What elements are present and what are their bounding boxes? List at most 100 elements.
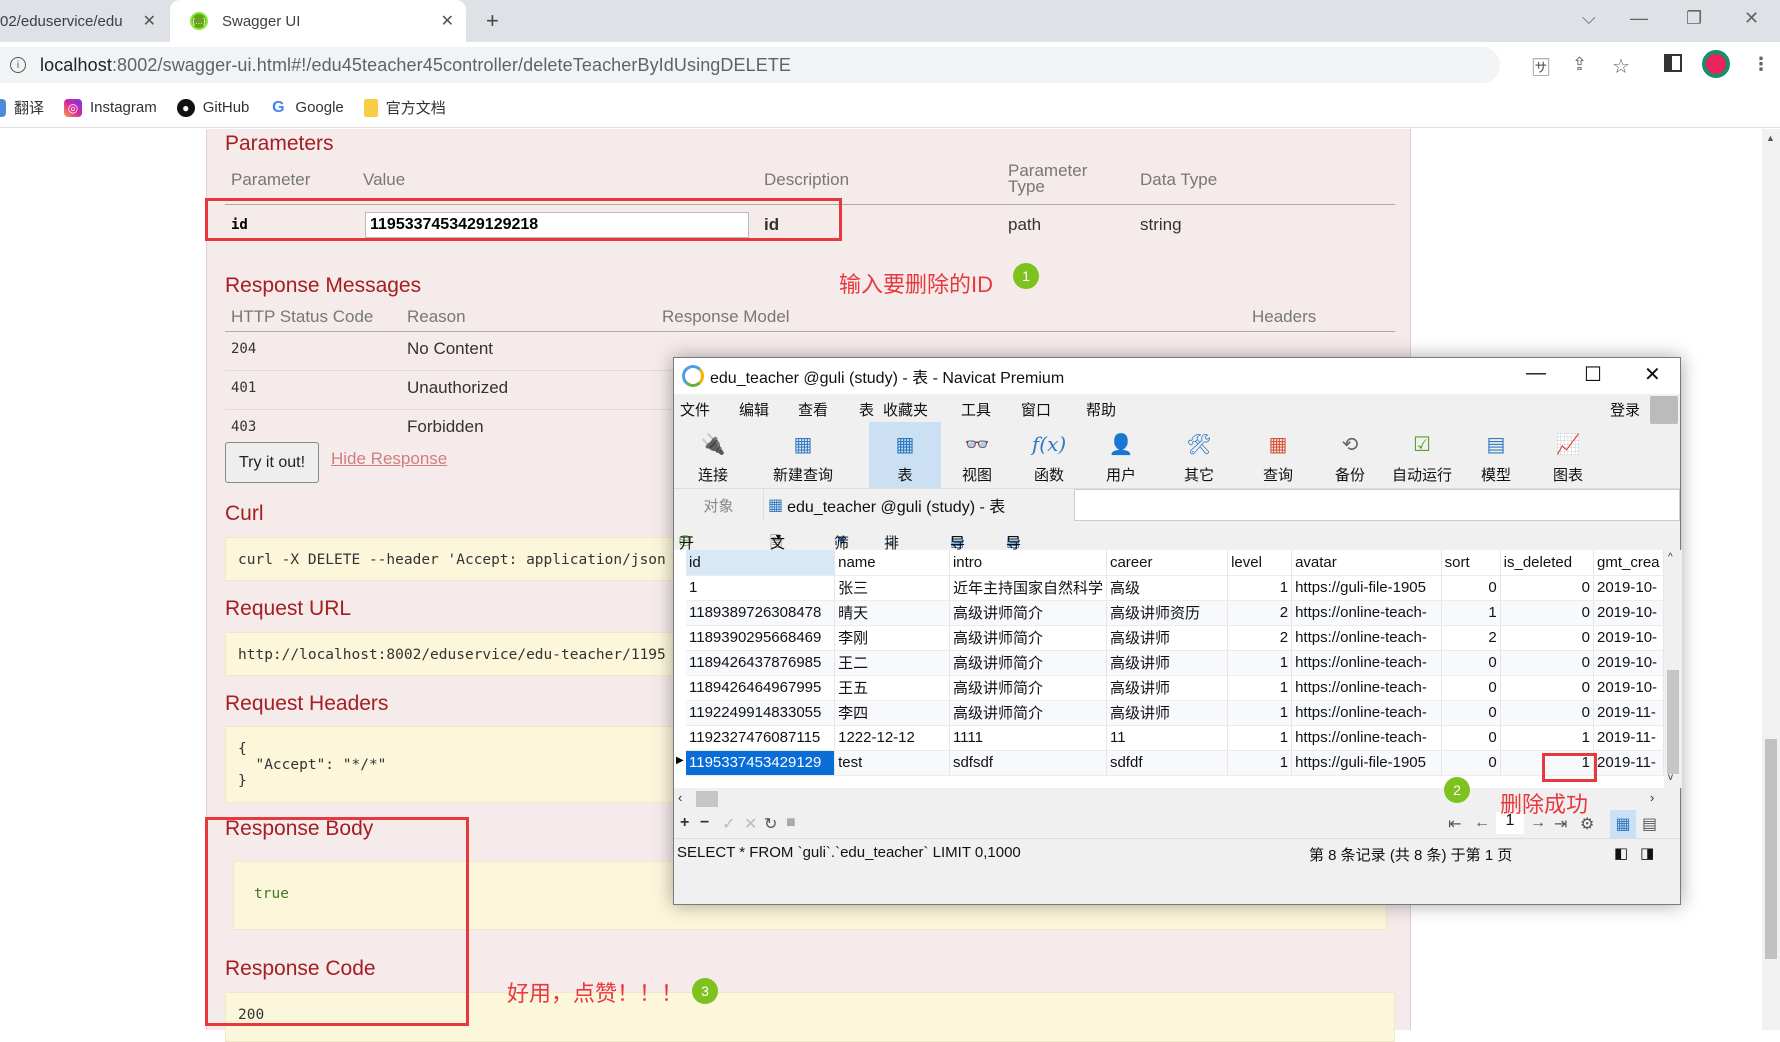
bookmark-instagram[interactable]: ◎ Instagram bbox=[64, 98, 157, 117]
navicat-close-icon[interactable]: ✕ bbox=[1644, 362, 1661, 387]
new-tab-button[interactable]: + bbox=[486, 8, 499, 34]
cell-is-deleted[interactable]: 0 bbox=[1500, 675, 1594, 701]
cell-id[interactable]: 1189426464967995 bbox=[686, 675, 836, 701]
cell-name[interactable]: 1222-12-12 bbox=[834, 725, 950, 751]
cell-career[interactable]: 高级讲师资历 bbox=[1106, 600, 1229, 626]
cell-name[interactable]: 李刚 bbox=[834, 625, 950, 651]
menu-view[interactable]: 查看 bbox=[798, 399, 828, 420]
cell-sort[interactable]: 0 bbox=[1441, 700, 1501, 726]
cell-career[interactable]: 高级 bbox=[1106, 575, 1229, 601]
minimize-icon[interactable]: — bbox=[1630, 8, 1648, 29]
menu-help[interactable]: 帮助 bbox=[1086, 399, 1116, 420]
table-row[interactable]: 1 张三 近年主持国家自然科学 高级 1 https://guli-file-1905 0 0… bbox=[686, 575, 1664, 601]
cell-gmt-crea[interactable]: 2019-10- bbox=[1593, 600, 1664, 626]
table-row[interactable]: 1189389726308478 晴天 高级讲师简介 高级讲师资历 2 https://o… bbox=[686, 600, 1664, 626]
column-header-gmt-crea[interactable]: gmt_crea bbox=[1593, 550, 1664, 576]
profile-avatar[interactable] bbox=[1702, 50, 1730, 78]
cell-sort[interactable]: 0 bbox=[1441, 575, 1501, 601]
cell-avatar[interactable]: https://online-teach- bbox=[1291, 725, 1442, 751]
column-header-level[interactable]: level bbox=[1227, 550, 1293, 576]
cell-level[interactable]: 2 bbox=[1227, 625, 1293, 651]
table-row[interactable]: 1189426464967995 王五 高级讲师简介 高级讲师 1 https://onl… bbox=[686, 675, 1664, 701]
cell-intro[interactable]: 高级讲师简介 bbox=[949, 600, 1107, 626]
cell-is-deleted[interactable]: 1 bbox=[1500, 725, 1594, 751]
tool-automation[interactable]: ☑ 自动运行 bbox=[1382, 422, 1462, 488]
menu-edit[interactable]: 编辑 bbox=[739, 399, 769, 420]
cell-name[interactable]: test bbox=[834, 750, 950, 776]
cell-name[interactable]: 王二 bbox=[834, 650, 950, 676]
scroll-up-icon[interactable]: ▲ bbox=[1766, 133, 1775, 143]
cell-avatar[interactable]: https://guli-file-1905 bbox=[1291, 575, 1442, 601]
cell-intro[interactable]: 1111 bbox=[949, 725, 1107, 751]
cell-id[interactable]: 1189389726308478 bbox=[686, 600, 836, 626]
grid-view-icon[interactable]: ▦ bbox=[1610, 810, 1636, 838]
cell-id[interactable]: 1 bbox=[686, 575, 836, 601]
page-scrollbar[interactable]: ▲ bbox=[1762, 129, 1780, 1030]
bookmark-docs-folder[interactable]: 官方文档 bbox=[363, 97, 446, 118]
browser-tab-eduservice[interactable]: 02/eduservice/edu ✕ bbox=[0, 0, 170, 42]
cell-avatar[interactable]: https://guli-file-1905 bbox=[1291, 750, 1442, 776]
tool-function[interactable]: f(x) 函数 bbox=[1013, 422, 1085, 488]
cell-intro[interactable]: 近年主持国家自然科学 bbox=[949, 575, 1107, 601]
cell-name[interactable]: 李四 bbox=[834, 700, 950, 726]
menu-table[interactable]: 表 bbox=[859, 399, 874, 420]
cell-gmt-crea[interactable]: 2019-10- bbox=[1593, 675, 1664, 701]
refresh-icon[interactable]: ↻ bbox=[764, 814, 777, 834]
cell-gmt-crea[interactable]: 2019-10- bbox=[1593, 625, 1664, 651]
cell-gmt-crea[interactable]: 2019-10- bbox=[1593, 575, 1664, 601]
right-panel-icon[interactable]: ◨ bbox=[1640, 844, 1654, 862]
column-header-name[interactable]: name bbox=[834, 550, 950, 576]
cell-intro[interactable]: 高级讲师简介 bbox=[949, 650, 1107, 676]
tool-new-query[interactable]: ▦ 新建查询 bbox=[762, 422, 844, 488]
cell-level[interactable]: 1 bbox=[1227, 700, 1293, 726]
browser-tab-swagger[interactable]: {…} Swagger UI ✕ bbox=[170, 0, 466, 42]
table-row[interactable]: 1189390295668469 李刚 高级讲师简介 高级讲师 2 https://onl… bbox=[686, 625, 1664, 651]
add-record-icon[interactable]: + bbox=[680, 814, 689, 832]
column-header-career[interactable]: career bbox=[1106, 550, 1229, 576]
bookmark-google[interactable]: G Google bbox=[269, 99, 344, 117]
scroll-left-icon[interactable]: ‹ bbox=[678, 790, 682, 805]
cell-intro[interactable]: 高级讲师简介 bbox=[949, 675, 1107, 701]
scroll-down-icon[interactable]: v bbox=[1668, 772, 1673, 783]
address-bar[interactable]: i localhost:8002/swagger-ui.html#!/edu45… bbox=[0, 47, 1500, 83]
cell-gmt-crea[interactable]: 2019-11- bbox=[1593, 725, 1664, 751]
column-header-avatar[interactable]: avatar bbox=[1291, 550, 1442, 576]
cell-career[interactable]: 高级讲师 bbox=[1106, 625, 1229, 651]
cell-is-deleted[interactable]: 0 bbox=[1500, 650, 1594, 676]
column-header-is-deleted[interactable]: is_deleted bbox=[1500, 550, 1594, 576]
cell-avatar[interactable]: https://online-teach- bbox=[1291, 675, 1442, 701]
tool-other[interactable]: 🛠 其它 bbox=[1163, 422, 1235, 488]
scroll-up-icon[interactable]: ^ bbox=[1668, 552, 1673, 563]
cell-sort[interactable]: 0 bbox=[1441, 675, 1501, 701]
table-row[interactable]: 1192249914833055 李四 高级讲师简介 高级讲师 1 https://onl… bbox=[686, 700, 1664, 726]
tab-edu-teacher[interactable]: ▦ edu_teacher @guli (study) - 表 bbox=[764, 489, 1074, 521]
cell-intro[interactable]: 高级讲师简介 bbox=[949, 700, 1107, 726]
first-page-icon[interactable]: ⇤ bbox=[1448, 814, 1461, 834]
tool-backup[interactable]: ⟲ 备份 bbox=[1314, 422, 1386, 488]
tool-query[interactable]: ▦ 查询 bbox=[1242, 422, 1314, 488]
cell-career[interactable]: 高级讲师 bbox=[1106, 700, 1229, 726]
cell-level[interactable]: 1 bbox=[1227, 675, 1293, 701]
cell-sort[interactable]: 0 bbox=[1441, 650, 1501, 676]
grid-vertical-scrollbar[interactable]: ^ v bbox=[1664, 550, 1682, 788]
site-info-icon[interactable]: i bbox=[10, 57, 26, 73]
scrollbar-thumb[interactable] bbox=[696, 791, 718, 807]
cell-level[interactable]: 1 bbox=[1227, 725, 1293, 751]
cell-avatar[interactable]: https://online-teach- bbox=[1291, 600, 1442, 626]
cell-id[interactable]: 1192249914833055 bbox=[686, 700, 836, 726]
tool-connect[interactable]: 🔌 连接 bbox=[688, 422, 738, 488]
url-text[interactable]: localhost:8002/swagger-ui.html#!/edu45te… bbox=[40, 55, 791, 76]
cell-career[interactable]: 高级讲师 bbox=[1106, 675, 1229, 701]
menu-tools[interactable]: 工具 bbox=[961, 399, 991, 420]
cell-is-deleted[interactable]: 0 bbox=[1500, 600, 1594, 626]
bookmark-star-icon[interactable]: ☆ bbox=[1612, 54, 1630, 79]
menu-file[interactable]: 文件 bbox=[680, 399, 710, 420]
cell-is-deleted[interactable]: 0 bbox=[1500, 700, 1594, 726]
cell-id[interactable]: 1189390295668469 bbox=[686, 625, 836, 651]
cell-sort[interactable]: 0 bbox=[1441, 750, 1501, 776]
column-header-id[interactable]: id bbox=[686, 550, 836, 576]
cell-gmt-crea[interactable]: 2019-11- bbox=[1593, 700, 1664, 726]
close-tab-icon[interactable]: ✕ bbox=[143, 11, 156, 31]
share-icon[interactable]: ⇪ bbox=[1572, 54, 1587, 75]
cell-gmt-crea[interactable]: 2019-10- bbox=[1593, 650, 1664, 676]
